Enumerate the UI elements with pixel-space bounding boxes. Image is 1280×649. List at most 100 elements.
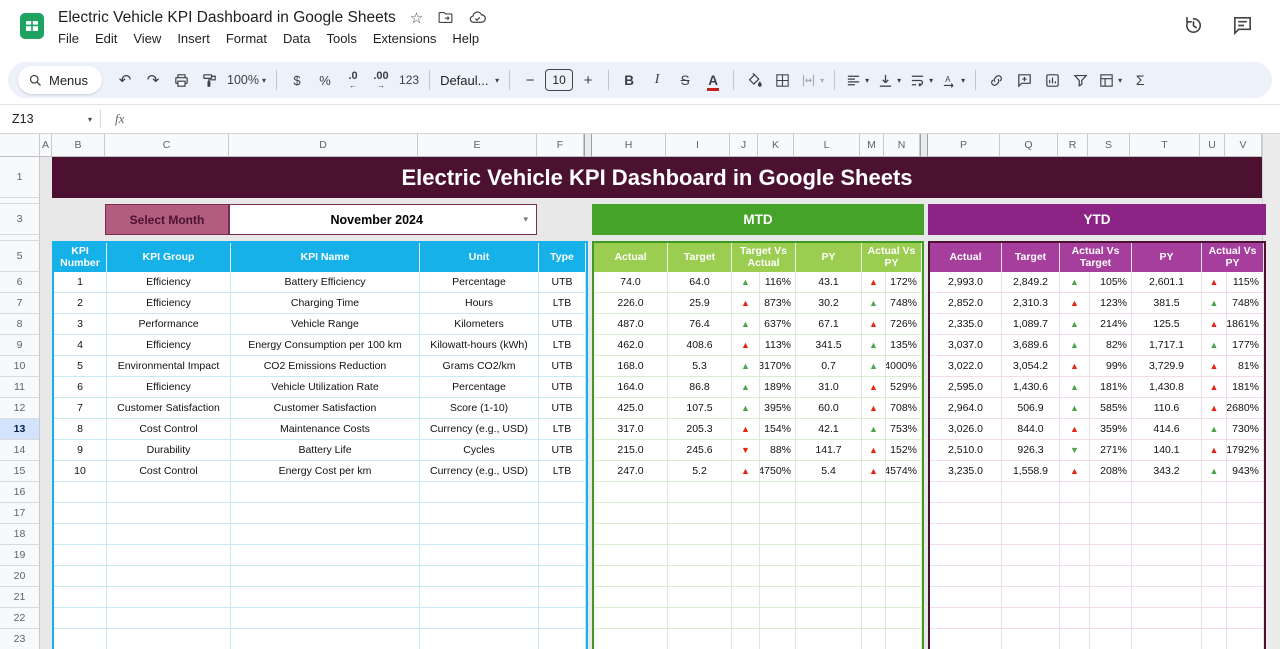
cell-ytd-target[interactable]: 3,054.2 <box>1002 356 1060 377</box>
cell-kpi-name[interactable]: Customer Satisfaction <box>231 398 420 419</box>
column-header-S[interactable]: S <box>1088 134 1130 157</box>
text-wrap-button[interactable]: ▾ <box>906 67 936 93</box>
up-triangle-icon[interactable]: ▲ <box>1202 377 1227 398</box>
column-header-J[interactable]: J <box>730 134 758 157</box>
column-header-H[interactable]: H <box>592 134 666 157</box>
cell-mtd-target-vs-actual[interactable]: 88% <box>760 440 796 461</box>
cell-mtd-actual-vs-py[interactable]: 135% <box>886 335 922 356</box>
up-triangle-icon[interactable]: ▲ <box>1202 335 1227 356</box>
empty-cell[interactable] <box>54 524 107 545</box>
left-header[interactable]: KPI Group <box>107 243 231 272</box>
empty-cell[interactable] <box>1002 545 1060 566</box>
empty-cell[interactable] <box>1227 629 1264 649</box>
empty-cell[interactable] <box>886 482 922 503</box>
cell-ytd-py[interactable]: 2,601.1 <box>1132 272 1202 293</box>
mtd-section-header[interactable]: MTD <box>592 204 924 235</box>
column-header-N[interactable]: N <box>884 134 920 157</box>
cell-kpi-group[interactable]: Efficiency <box>107 335 231 356</box>
row-header-5[interactable]: 5 <box>0 241 40 272</box>
column-header-P[interactable]: P <box>928 134 1000 157</box>
cell-mtd-target-vs-actual[interactable]: 189% <box>760 377 796 398</box>
empty-cell[interactable] <box>760 629 796 649</box>
empty-cell[interactable] <box>1060 545 1090 566</box>
column-header-D[interactable]: D <box>229 134 418 157</box>
cell-unit[interactable]: Percentage <box>420 377 539 398</box>
row-header-1[interactable]: 1 <box>0 157 40 198</box>
row-header-14[interactable]: 14 <box>0 440 40 461</box>
menu-view[interactable]: View <box>125 29 169 48</box>
empty-cell[interactable] <box>1090 587 1132 608</box>
column-header-L[interactable]: L <box>794 134 860 157</box>
column-header-Q[interactable]: Q <box>1000 134 1058 157</box>
cell-ytd-actual[interactable]: 2,595.0 <box>930 377 1002 398</box>
empty-cell[interactable] <box>1002 482 1060 503</box>
merge-cells-button[interactable]: ▾ <box>797 67 827 93</box>
cell-mtd-target[interactable]: 25.9 <box>668 293 732 314</box>
empty-cell[interactable] <box>862 629 886 649</box>
cell-ytd-actual-vs-target[interactable]: 214% <box>1090 314 1132 335</box>
up-triangle-icon[interactable]: ▲ <box>1202 272 1227 293</box>
select-all-corner[interactable] <box>0 134 40 157</box>
cell-unit[interactable]: Kilowatt-hours (kWh) <box>420 335 539 356</box>
ytd-header[interactable]: Target <box>1002 243 1060 272</box>
up-triangle-icon[interactable]: ▲ <box>1060 356 1090 377</box>
cell-mtd-target[interactable]: 5.2 <box>668 461 732 482</box>
cell-unit[interactable]: Grams CO2/km <box>420 356 539 377</box>
cell-ytd-target[interactable]: 1,089.7 <box>1002 314 1060 335</box>
empty-cell[interactable] <box>1090 608 1132 629</box>
cell-mtd-py[interactable]: 0.7 <box>796 356 862 377</box>
empty-cell[interactable] <box>732 629 760 649</box>
insert-chart-button[interactable] <box>1039 67 1065 93</box>
cell-mtd-target[interactable]: 76.4 <box>668 314 732 335</box>
up-triangle-icon[interactable]: ▲ <box>1202 440 1227 461</box>
empty-cell[interactable] <box>668 587 732 608</box>
empty-cell[interactable] <box>1202 482 1227 503</box>
font-size-input[interactable]: 10 <box>545 69 573 91</box>
cloud-saved-icon[interactable] <box>468 8 487 27</box>
comments-icon[interactable] <box>1231 14 1254 37</box>
paint-format-button[interactable] <box>196 67 222 93</box>
cell-ytd-actual-vs-target[interactable]: 208% <box>1090 461 1132 482</box>
cell-ytd-target[interactable]: 1,430.6 <box>1002 377 1060 398</box>
cell-mtd-target[interactable]: 107.5 <box>668 398 732 419</box>
left-header[interactable]: KPI Number <box>54 243 107 272</box>
cell-kpi-group[interactable]: Environmental Impact <box>107 356 231 377</box>
row-header-3[interactable]: 3 <box>0 204 40 235</box>
mtd-header[interactable]: Target <box>668 243 732 272</box>
cell-kpi-group[interactable]: Efficiency <box>107 272 231 293</box>
empty-cell[interactable] <box>594 587 668 608</box>
cell-mtd-target[interactable]: 245.6 <box>668 440 732 461</box>
format-percent-button[interactable]: % <box>312 67 338 93</box>
empty-cell[interactable] <box>539 587 586 608</box>
empty-cell[interactable] <box>796 608 862 629</box>
empty-cell[interactable] <box>1227 608 1264 629</box>
column-header-E[interactable]: E <box>418 134 537 157</box>
empty-cell[interactable] <box>760 608 796 629</box>
menus-search-button[interactable]: Menus <box>18 66 102 94</box>
empty-cell[interactable] <box>54 503 107 524</box>
empty-cell[interactable] <box>1132 524 1202 545</box>
empty-cell[interactable] <box>594 482 668 503</box>
menu-extensions[interactable]: Extensions <box>365 29 445 48</box>
row-header-12[interactable]: 12 <box>0 398 40 419</box>
cell-mtd-py[interactable]: 31.0 <box>796 377 862 398</box>
cell-ytd-actual[interactable]: 3,037.0 <box>930 335 1002 356</box>
empty-cell[interactable] <box>107 482 231 503</box>
version-history-icon[interactable] <box>1182 14 1205 37</box>
empty-cell[interactable] <box>420 545 539 566</box>
menu-data[interactable]: Data <box>275 29 318 48</box>
name-box[interactable]: Z13 ▾ <box>0 112 100 126</box>
up-triangle-icon[interactable]: ▲ <box>732 398 760 419</box>
insert-link-button[interactable] <box>983 67 1009 93</box>
format-currency-button[interactable]: $ <box>284 67 310 93</box>
month-dropdown[interactable]: November 2024 ▾ <box>229 204 537 235</box>
empty-cell[interactable] <box>1060 482 1090 503</box>
empty-cell[interactable] <box>107 608 231 629</box>
cell-mtd-target-vs-actual[interactable]: 113% <box>760 335 796 356</box>
cell-ytd-actual-vs-py[interactable]: 115% <box>1227 272 1264 293</box>
cell-mtd-actual-vs-py[interactable]: 172% <box>886 272 922 293</box>
row-header-17[interactable]: 17 <box>0 503 40 524</box>
cell-ytd-target[interactable]: 1,558.9 <box>1002 461 1060 482</box>
empty-cell[interactable] <box>732 587 760 608</box>
insert-comment-button[interactable] <box>1011 67 1037 93</box>
